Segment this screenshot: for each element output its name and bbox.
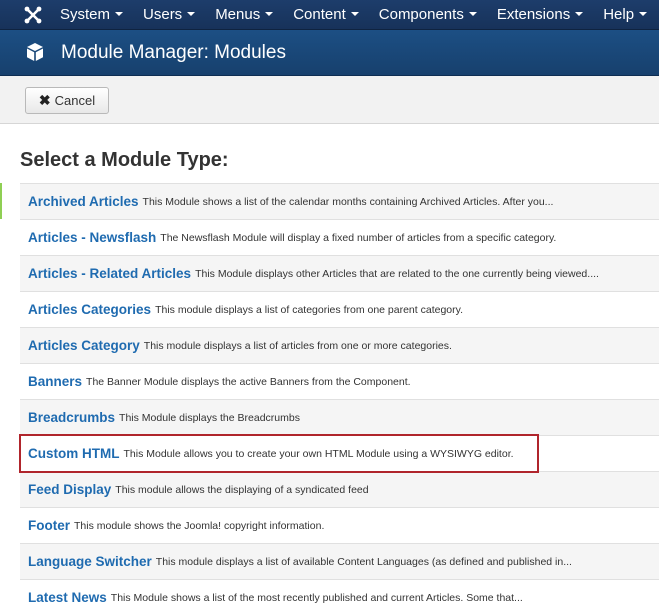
- module-name-link[interactable]: Articles - Newsflash: [28, 230, 156, 245]
- main-content: Select a Module Type: Archived Articles T…: [0, 125, 659, 616]
- joomla-logo-icon[interactable]: [22, 4, 44, 26]
- menu-label: Help: [603, 6, 635, 23]
- menu-label: System: [60, 6, 111, 23]
- cancel-label: Cancel: [54, 93, 96, 108]
- menu-label: Components: [378, 6, 464, 23]
- section-heading: Select a Module Type:: [20, 149, 229, 171]
- module-item-footer[interactable]: Footer This module shows the Joomla! copy…: [20, 507, 659, 543]
- toolbar: ✖ Cancel: [0, 76, 659, 124]
- module-description: This module displays a list of categorie…: [155, 303, 464, 316]
- module-name-link[interactable]: Custom HTML: [28, 446, 120, 461]
- menu-label: Content: [293, 6, 346, 23]
- menu-users[interactable]: Users: [133, 0, 205, 30]
- caret-down-icon: [575, 12, 584, 17]
- menu-label: Users: [143, 6, 183, 23]
- menu-label: Menus: [215, 6, 261, 23]
- top-navbar: System Users Menus Content Components Ex…: [0, 0, 659, 30]
- menu-label: Extensions: [496, 6, 571, 23]
- module-name-link[interactable]: Articles Category: [28, 338, 140, 353]
- close-icon: ✖: [38, 92, 51, 108]
- module-description: This Module displays other Articles that…: [195, 267, 599, 280]
- cube-icon: [27, 43, 43, 61]
- module-description: This module allows the displaying of a s…: [115, 483, 369, 496]
- module-type-list: Archived Articles This Module shows a lis…: [20, 183, 659, 615]
- module-item-feed-display[interactable]: Feed Display This module allows the displ…: [20, 471, 659, 507]
- module-description: The Banner Module displays the active Ba…: [86, 375, 411, 388]
- module-name-link[interactable]: Archived Articles: [28, 194, 139, 209]
- caret-down-icon: [115, 12, 124, 17]
- selection-indicator: [0, 183, 2, 219]
- module-description: This Module allows you to create your ow…: [123, 447, 514, 460]
- module-name-link[interactable]: Breadcrumbs: [28, 410, 115, 425]
- module-description: This module displays a list of articles …: [143, 339, 452, 352]
- module-description: This Module displays the Breadcrumbs: [119, 411, 300, 424]
- module-name-link[interactable]: Latest News: [28, 590, 107, 605]
- module-name-link[interactable]: Articles Categories: [28, 302, 151, 317]
- module-description: This module displays a list of available…: [155, 555, 572, 568]
- menu-content[interactable]: Content: [283, 0, 369, 30]
- caret-down-icon: [187, 12, 196, 17]
- module-description: The Newsflash Module will display a fixe…: [160, 231, 557, 244]
- module-name-link[interactable]: Footer: [28, 518, 70, 533]
- menu-menus[interactable]: Menus: [205, 0, 283, 30]
- module-description: This module shows the Joomla! copyright …: [74, 519, 325, 532]
- page-header: Module Manager: Modules: [0, 30, 659, 76]
- caret-down-icon: [265, 12, 274, 17]
- caret-down-icon: [350, 12, 359, 17]
- module-name-link[interactable]: Language Switcher: [28, 554, 152, 569]
- module-item-banners[interactable]: Banners The Banner Module displays the ac…: [20, 363, 659, 399]
- menu-system[interactable]: System: [50, 0, 133, 30]
- menu-components[interactable]: Components: [369, 0, 487, 30]
- module-item-articles-categories[interactable]: Articles Categories This module displays …: [20, 291, 659, 327]
- module-description: This Module shows a list of the most rec…: [110, 591, 523, 604]
- module-item-language-switcher[interactable]: Language Switcher This module displays a …: [20, 543, 659, 579]
- module-item-custom-html[interactable]: Custom HTML This Module allows you to cre…: [20, 435, 659, 471]
- page-title: Module Manager: Modules: [61, 42, 286, 63]
- caret-down-icon: [639, 12, 648, 17]
- module-item-latest-news[interactable]: Latest News This Module shows a list of t…: [20, 579, 659, 615]
- module-name-link[interactable]: Banners: [28, 374, 82, 389]
- cancel-button[interactable]: ✖ Cancel: [25, 87, 109, 114]
- menu-extensions[interactable]: Extensions: [487, 0, 593, 30]
- module-item-archived-articles[interactable]: Archived Articles This Module shows a lis…: [20, 183, 659, 219]
- menu-help[interactable]: Help: [593, 0, 657, 30]
- module-item-articles-category[interactable]: Articles Category This module displays a …: [20, 327, 659, 363]
- module-name-link[interactable]: Feed Display: [28, 482, 111, 497]
- module-name-link[interactable]: Articles - Related Articles: [28, 266, 191, 281]
- module-item-breadcrumbs[interactable]: Breadcrumbs This Module displays the Brea…: [20, 399, 659, 435]
- module-item-articles-newsflash[interactable]: Articles - Newsflash The Newsflash Module…: [20, 219, 659, 255]
- caret-down-icon: [468, 12, 477, 17]
- main-menu: System Users Menus Content Components Ex…: [50, 0, 657, 30]
- module-description: This Module shows a list of the calendar…: [142, 195, 554, 208]
- module-item-articles-related[interactable]: Articles - Related Articles This Module d…: [20, 255, 659, 291]
